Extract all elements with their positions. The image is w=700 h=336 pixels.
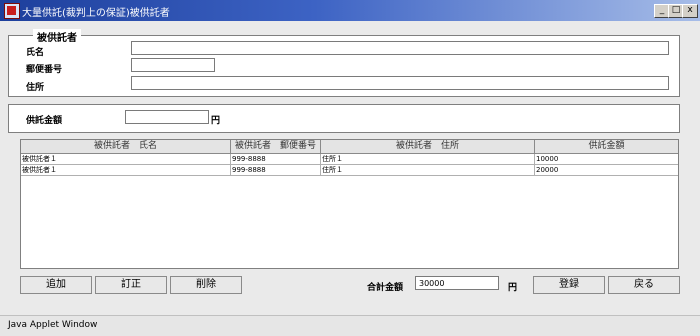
address-input[interactable] <box>131 76 669 90</box>
add-button[interactable]: 追加 <box>20 276 92 294</box>
table-cell[interactable]: 999-8888 <box>231 165 321 176</box>
column-header-address[interactable]: 被供託者 住所 <box>321 140 535 154</box>
depositee-legend: 被供託者 <box>33 29 81 44</box>
column-header-amount[interactable]: 供託金額 <box>535 140 678 154</box>
table-cell[interactable]: 20000 <box>535 165 678 176</box>
column-header-postal-code[interactable]: 被供託者 郵便番号 <box>231 140 321 154</box>
total-amount-label: 合計金額 <box>367 283 404 293</box>
table-cell[interactable]: 被供託者１ <box>21 154 231 165</box>
deposit-amount-label: 供託金額 <box>26 116 63 126</box>
table-cell[interactable]: 住所１ <box>321 154 535 165</box>
depositee-table[interactable]: 被供託者 氏名 被供託者 郵便番号 被供託者 住所 供託金額 被供託者１ 999… <box>20 139 679 269</box>
deposit-amount-input[interactable] <box>125 110 209 124</box>
delete-button[interactable]: 削除 <box>170 276 242 294</box>
table-cell[interactable]: 999-8888 <box>231 154 321 165</box>
back-button[interactable]: 戻る <box>608 276 680 294</box>
postal-code-input[interactable] <box>131 58 215 72</box>
title-bar: 大量供託(裁判上の保証)被供託者 _ □ x <box>0 0 700 21</box>
postal-code-label: 郵便番号 <box>26 65 63 75</box>
table-cell[interactable]: 被供託者１ <box>21 165 231 176</box>
app-icon <box>4 3 20 19</box>
address-label: 住所 <box>26 83 45 93</box>
deposit-unit-label: 円 <box>211 116 221 126</box>
column-header-name[interactable]: 被供託者 氏名 <box>21 140 231 154</box>
register-button[interactable]: 登録 <box>533 276 605 294</box>
deposit-amount-panel: 供託金額 円 <box>8 104 680 133</box>
name-label: 氏名 <box>26 48 45 58</box>
total-unit-label: 円 <box>508 283 518 293</box>
close-button[interactable]: x <box>682 4 698 18</box>
correct-button[interactable]: 訂正 <box>95 276 167 294</box>
status-bar: Java Applet Window <box>0 315 700 336</box>
total-amount-input[interactable] <box>415 276 499 290</box>
window-title: 大量供託(裁判上の保証)被供託者 <box>22 8 170 19</box>
depositee-panel: 被供託者 氏名 郵便番号 住所 <box>8 29 680 97</box>
name-input[interactable] <box>131 41 669 55</box>
table-cell[interactable]: 住所１ <box>321 165 535 176</box>
status-text: Java Applet Window <box>8 320 98 330</box>
window-content: 被供託者 氏名 郵便番号 住所 供託金額 円 被供託者 氏名 被供託者 郵便番号… <box>0 21 700 315</box>
table-cell[interactable]: 10000 <box>535 154 678 165</box>
